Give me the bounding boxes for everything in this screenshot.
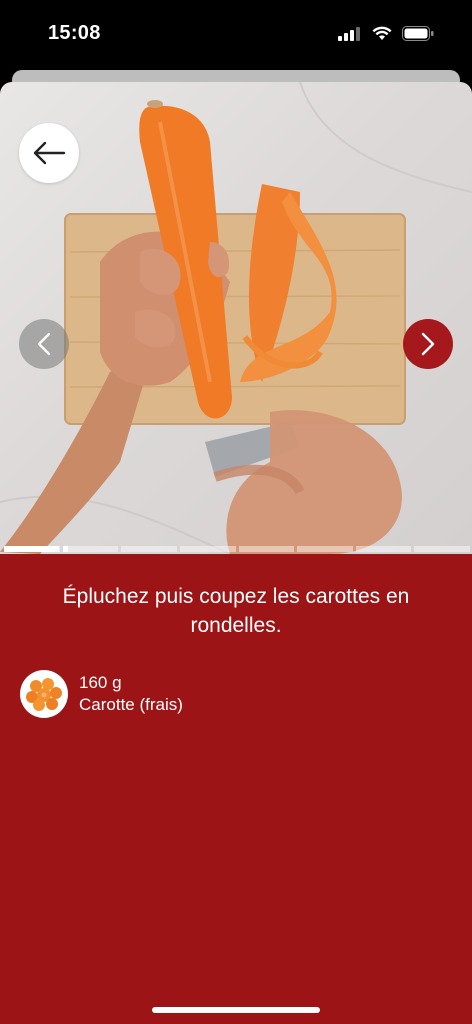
ingredient-quantity: 160 g <box>79 673 122 692</box>
progress-segment <box>355 546 412 552</box>
progress-fill <box>4 546 59 552</box>
step-instruction: Épluchez puis coupez les carottes en ron… <box>62 585 410 637</box>
progress-segment <box>179 546 236 552</box>
step-video[interactable] <box>0 82 472 554</box>
status-bar: 15:08 <box>0 0 472 70</box>
recipe-step-card: Épluchez puis coupez les carottes en ron… <box>0 82 472 1024</box>
chevron-right-icon <box>421 332 435 356</box>
battery-icon <box>402 26 434 46</box>
progress-segment <box>4 546 60 552</box>
status-time: 15:08 <box>48 22 101 44</box>
progress-segment <box>62 546 119 552</box>
step-progress-bar <box>4 546 470 552</box>
ingredient-name: Carotte (frais) <box>79 695 183 714</box>
progress-segment <box>121 546 177 552</box>
wifi-icon <box>372 26 392 46</box>
carrot-slices-icon <box>20 670 68 718</box>
chevron-left-icon <box>37 332 51 356</box>
ingredient-text: 160 g Carotte (frais) <box>79 672 183 716</box>
home-indicator[interactable] <box>152 1007 320 1013</box>
progress-fill <box>62 546 69 552</box>
next-step-button[interactable] <box>403 319 453 369</box>
signal-icon <box>338 26 362 46</box>
progress-segment <box>297 546 353 552</box>
screen: 15:08 Épluchez puis coupez les carottes … <box>0 0 472 1024</box>
back-button[interactable] <box>19 123 79 183</box>
progress-segment <box>238 546 295 552</box>
arrow-left-icon <box>33 141 66 165</box>
ingredient-item: 160 g Carotte (frais) <box>20 670 183 718</box>
previous-step-button[interactable] <box>19 319 69 369</box>
status-icons <box>338 26 434 46</box>
progress-segment <box>414 546 470 552</box>
